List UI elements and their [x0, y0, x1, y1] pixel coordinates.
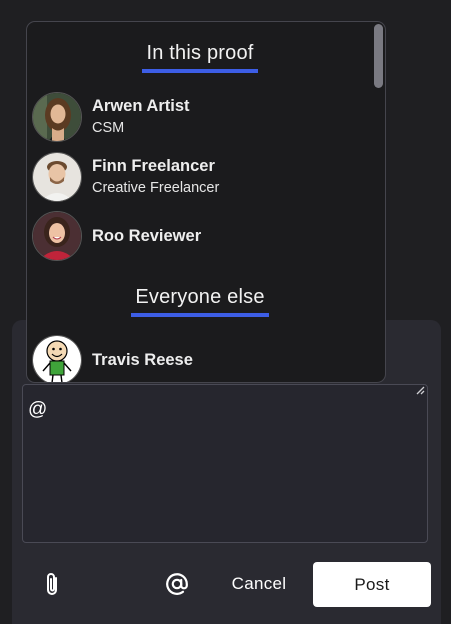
user-name: Arwen Artist	[92, 97, 190, 115]
mention-option[interactable]: Travis Reese	[32, 335, 362, 382]
user-name: Travis Reese	[92, 351, 193, 369]
mention-button[interactable]	[163, 570, 191, 598]
paperclip-icon	[47, 573, 57, 595]
avatar	[32, 152, 82, 202]
mention-option[interactable]: Roo Reviewer	[32, 211, 362, 263]
attach-button[interactable]	[40, 569, 66, 599]
section-title: In this proof	[142, 42, 258, 73]
section-header-everyone-else: Everyone else	[27, 286, 373, 317]
comment-input-value: @	[28, 399, 48, 420]
user-role: CSM	[92, 120, 125, 136]
avatar	[32, 211, 82, 261]
user-name: Finn Freelancer	[92, 157, 215, 175]
resize-grip-icon[interactable]	[415, 385, 425, 395]
avatar	[32, 335, 82, 382]
at-sign-icon	[166, 573, 188, 595]
section-title: Everyone else	[131, 286, 269, 317]
mention-option[interactable]: Finn Freelancer Creative Freelancer	[32, 152, 362, 204]
dropdown-scrollbar[interactable]	[374, 24, 383, 88]
user-role: Creative Freelancer	[92, 180, 220, 196]
avatar	[32, 92, 82, 142]
mention-dropdown: In this proof Arwen Artist CSM Finn Free…	[26, 21, 386, 383]
section-header-in-this-proof: In this proof	[27, 42, 373, 73]
post-button[interactable]: Post	[313, 562, 431, 607]
comment-input[interactable]: @	[22, 384, 428, 543]
user-name: Roo Reviewer	[92, 227, 202, 245]
mention-option[interactable]: Arwen Artist CSM	[32, 92, 362, 144]
cancel-button[interactable]: Cancel	[222, 564, 296, 604]
